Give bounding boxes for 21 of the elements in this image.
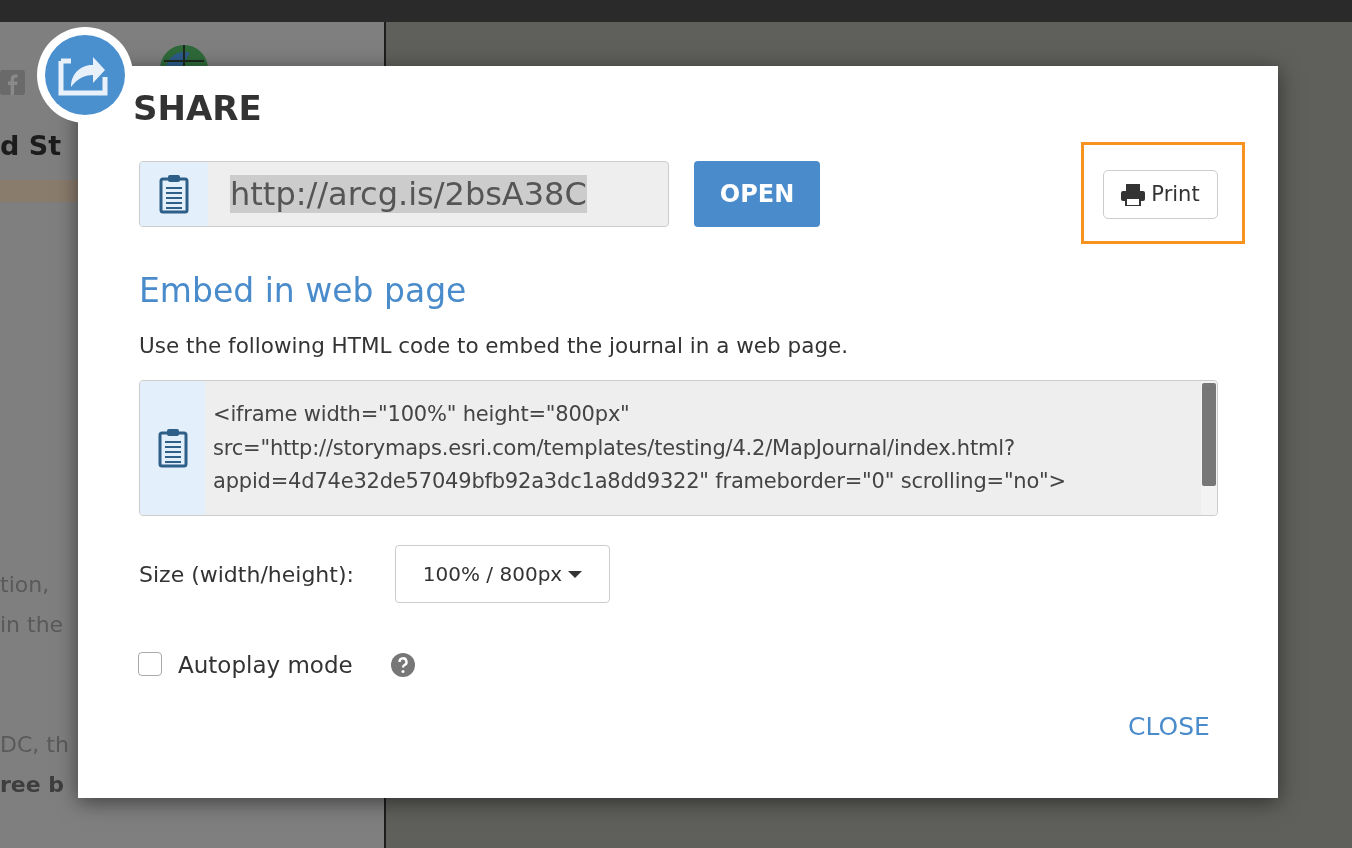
dialog-title: SHARE <box>133 88 262 129</box>
clipboard-icon[interactable] <box>140 162 208 226</box>
caret-icon <box>568 570 583 578</box>
help-icon[interactable] <box>391 652 415 676</box>
close-button[interactable]: CLOSE <box>1128 708 1210 746</box>
open-button[interactable]: OPEN <box>694 161 820 227</box>
embed-code-field[interactable]: <iframe width="100%" height="800px" src="http://storymaps.esri.com/templates/testing/4.2/MapJournal/index.html? appid=4d74e32de57049bfb92a3dc1a8dd9322" frameborder="0" scrolling="no"> <box>139 380 1218 516</box>
scrollbar-thumb[interactable] <box>1202 383 1216 486</box>
autoplay-checkbox[interactable] <box>138 652 162 676</box>
print-button[interactable]: Print <box>1103 170 1218 219</box>
body-text: ree b <box>0 771 65 799</box>
size-label: Size (width/height): <box>139 561 354 589</box>
clipboard-icon[interactable] <box>140 381 205 515</box>
autoplay-label: Autoplay mode <box>178 651 353 680</box>
link-field[interactable]: http://arcg.is/2bsA38C <box>139 161 669 227</box>
size-dropdown[interactable]: 100% / 800px <box>395 545 610 603</box>
description-text: Use the following HTML code to embed the journal in a web page. <box>139 332 849 360</box>
section-heading: Embed in web page <box>139 270 467 312</box>
page-heading: d St <box>0 129 62 163</box>
share-icon <box>37 27 133 123</box>
printer-icon <box>1121 183 1146 206</box>
